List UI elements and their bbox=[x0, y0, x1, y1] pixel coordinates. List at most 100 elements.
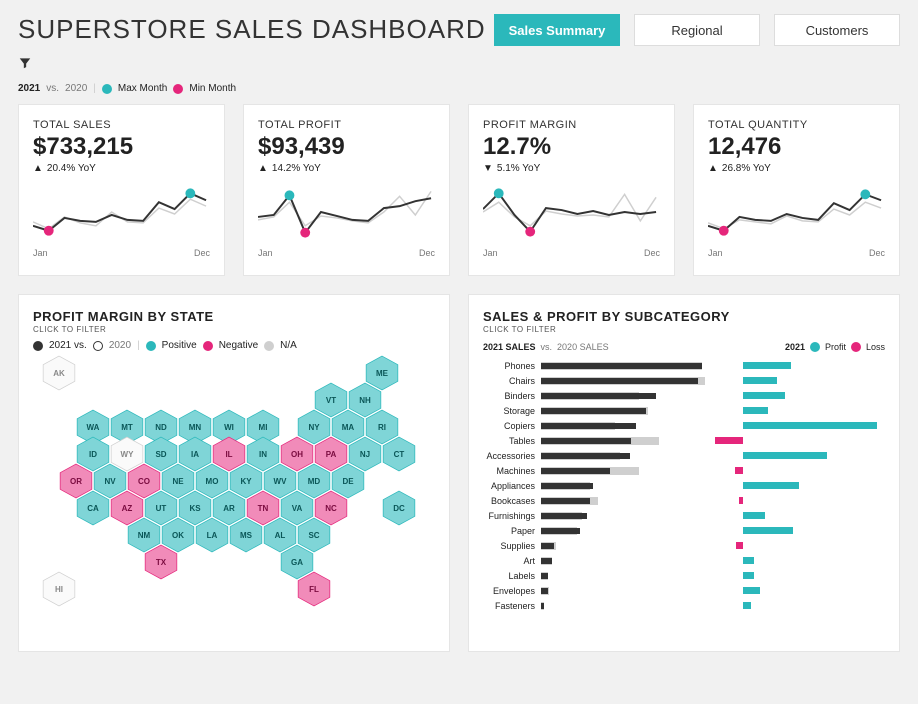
subcat-label: Art bbox=[483, 556, 541, 566]
kpi-delta: ▲ 20.4% YoY bbox=[33, 163, 210, 174]
negative-chip bbox=[203, 341, 213, 351]
filter-icon[interactable] bbox=[18, 56, 32, 75]
subcat-label: Furnishings bbox=[483, 511, 541, 521]
hex-state-ak[interactable]: AK bbox=[41, 355, 77, 391]
kpi-label: PROFIT MARGIN bbox=[483, 119, 660, 131]
subcat-row[interactable]: Chairs bbox=[483, 373, 711, 388]
profit-row[interactable] bbox=[717, 418, 885, 433]
profit-bar-negative bbox=[739, 497, 743, 504]
hex-state-dc[interactable]: DC bbox=[381, 490, 417, 526]
subcat-row[interactable]: Art bbox=[483, 553, 711, 568]
subcat-label: Bookcases bbox=[483, 496, 541, 506]
tab-customers[interactable]: Customers bbox=[774, 14, 900, 46]
subcat-row[interactable]: Labels bbox=[483, 568, 711, 583]
profit-row[interactable] bbox=[717, 508, 885, 523]
profit-bar-negative bbox=[736, 542, 743, 549]
profit-row[interactable] bbox=[717, 478, 885, 493]
subcat-label: Chairs bbox=[483, 376, 541, 386]
header-legend: 2021 vs. 2020 | Max Month Min Month bbox=[18, 83, 900, 94]
profit-row[interactable] bbox=[717, 358, 885, 373]
subcat-profit-bars bbox=[717, 358, 885, 613]
profit-row[interactable] bbox=[717, 388, 885, 403]
bar-2021 bbox=[541, 393, 656, 399]
bar-2021 bbox=[541, 423, 636, 429]
profit-row[interactable] bbox=[717, 583, 885, 598]
subcat-row[interactable]: Supplies bbox=[483, 538, 711, 553]
subcat-row[interactable]: Copiers bbox=[483, 418, 711, 433]
bar-2021 bbox=[541, 558, 552, 564]
kpi-total-profit[interactable]: TOTAL PROFIT $93,439 ▲ 14.2% YoY JanDec bbox=[243, 104, 450, 276]
bar-2021 bbox=[541, 588, 548, 594]
legend-min: Min Month bbox=[189, 83, 236, 94]
subcat-row[interactable]: Paper bbox=[483, 523, 711, 538]
subcat-label: Envelopes bbox=[483, 586, 541, 596]
hex-state-fl[interactable]: FL bbox=[296, 571, 332, 607]
hex-map: AKMEVTNHWAMTNDMNWIMINYMARIIDWYSDIAILINOH… bbox=[33, 357, 435, 617]
tab-regional[interactable]: Regional bbox=[634, 14, 760, 46]
profit-bar-positive bbox=[743, 482, 799, 489]
hex-state-la[interactable]: LA bbox=[194, 517, 230, 553]
panel-profit-margin-by-state: PROFIT MARGIN BY STATE CLICK TO FILTER 2… bbox=[18, 294, 450, 652]
profit-bar-positive bbox=[743, 452, 827, 459]
profit-row[interactable] bbox=[717, 463, 885, 478]
bar-2021 bbox=[541, 468, 610, 474]
profit-row[interactable] bbox=[717, 568, 885, 583]
subcat-row[interactable]: Appliances bbox=[483, 478, 711, 493]
profit-row[interactable] bbox=[717, 523, 885, 538]
subcat-row[interactable]: Fasteners bbox=[483, 598, 711, 613]
subcat-row[interactable]: Envelopes bbox=[483, 583, 711, 598]
kpi-delta: ▲ 14.2% YoY bbox=[258, 163, 435, 174]
subcat-row[interactable]: Binders bbox=[483, 388, 711, 403]
bar-2021 bbox=[541, 378, 698, 384]
profit-bar-positive bbox=[743, 527, 793, 534]
subcat-label: Paper bbox=[483, 526, 541, 536]
subcat-label: Machines bbox=[483, 466, 541, 476]
hex-state-ca[interactable]: CA bbox=[75, 490, 111, 526]
profit-bar-positive bbox=[743, 602, 751, 609]
hex-state-tx[interactable]: TX bbox=[143, 544, 179, 580]
tab-sales-summary[interactable]: Sales Summary bbox=[494, 14, 620, 46]
subcat-row[interactable]: Storage bbox=[483, 403, 711, 418]
profit-row[interactable] bbox=[717, 373, 885, 388]
profit-bar-positive bbox=[743, 572, 754, 579]
bar-2021 bbox=[541, 603, 544, 609]
prev-year-chip bbox=[93, 341, 103, 351]
hex-state-ct[interactable]: CT bbox=[381, 436, 417, 472]
subcat-row[interactable]: Phones bbox=[483, 358, 711, 373]
panel-subtitle: CLICK TO FILTER bbox=[33, 325, 435, 334]
subcat-row[interactable]: Tables bbox=[483, 433, 711, 448]
subcat-label: Labels bbox=[483, 571, 541, 581]
profit-row[interactable] bbox=[717, 598, 885, 613]
subcat-row[interactable]: Machines bbox=[483, 463, 711, 478]
legend-max: Max Month bbox=[118, 83, 167, 94]
profit-row[interactable] bbox=[717, 448, 885, 463]
positive-chip bbox=[146, 341, 156, 351]
profit-row[interactable] bbox=[717, 433, 885, 448]
delta-down-icon: ▼ bbox=[483, 163, 493, 174]
profit-row[interactable] bbox=[717, 553, 885, 568]
profit-row[interactable] bbox=[717, 493, 885, 508]
kpi-label: TOTAL PROFIT bbox=[258, 119, 435, 131]
subcat-row[interactable]: Bookcases bbox=[483, 493, 711, 508]
subcat-row[interactable]: Accessories bbox=[483, 448, 711, 463]
kpi-row: TOTAL SALES $733,215 ▲ 20.4% YoY JanDec … bbox=[18, 104, 900, 276]
kpi-delta: ▼ 5.1% YoY bbox=[483, 163, 660, 174]
subcat-label: Supplies bbox=[483, 541, 541, 551]
sparkline-total-quantity bbox=[708, 184, 885, 244]
subcat-label: Copiers bbox=[483, 421, 541, 431]
bar-2021 bbox=[541, 498, 590, 504]
sparkline-profit-margin bbox=[483, 184, 660, 244]
profit-row[interactable] bbox=[717, 403, 885, 418]
kpi-total-sales[interactable]: TOTAL SALES $733,215 ▲ 20.4% YoY JanDec bbox=[18, 104, 225, 276]
kpi-profit-margin[interactable]: PROFIT MARGIN 12.7% ▼ 5.1% YoY JanDec bbox=[468, 104, 675, 276]
bar-2021 bbox=[541, 363, 702, 369]
delta-up-icon: ▲ bbox=[258, 163, 268, 174]
axis-end: Dec bbox=[194, 248, 210, 258]
kpi-total-quantity[interactable]: TOTAL QUANTITY 12,476 ▲ 26.8% YoY JanDec bbox=[693, 104, 900, 276]
profit-row[interactable] bbox=[717, 538, 885, 553]
subcat-row[interactable]: Furnishings bbox=[483, 508, 711, 523]
axis-start: Jan bbox=[33, 248, 48, 258]
hex-state-ms[interactable]: MS bbox=[228, 517, 264, 553]
legend-year-current: 2021 bbox=[18, 83, 40, 94]
hex-state-hi[interactable]: HI bbox=[41, 571, 77, 607]
